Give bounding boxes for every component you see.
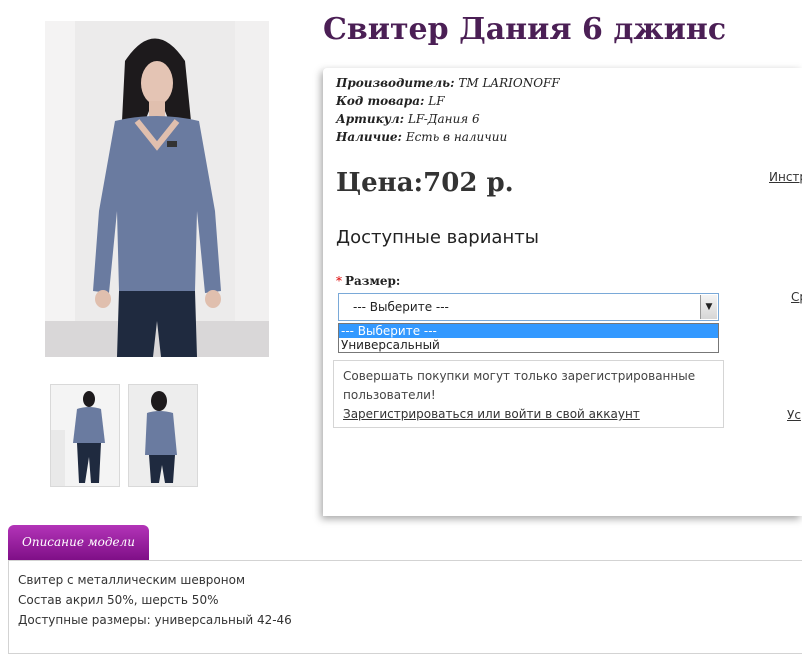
size-select-value: --- Выберите --- [353,300,449,314]
size-label: * Размер: [336,274,400,288]
manufacturer-value: TM LARIONOFF [458,76,560,90]
stock-value: Есть в наличии [405,130,508,144]
chevron-down-icon[interactable]: ▼ [700,295,717,319]
required-mark: * [336,274,342,288]
size-option-choose[interactable]: --- Выберите --- [339,324,718,338]
tab-description[interactable]: Описание модели [8,525,149,560]
size-option-universal[interactable]: Универсальный [339,338,718,352]
registration-notice-text: Совершать покупки могут только зарегистр… [343,369,696,402]
article-value: LF-Дания 6 [407,112,480,126]
size-label-text: Размер: [345,274,401,288]
article-row: Артикул: LF-Дания 6 [336,110,560,128]
description-line: Доступные размеры: универсальный 42-46 [18,613,292,627]
product-code-value: LF [428,94,445,108]
description-content: Свитер с металлическим шевроном Состав а… [8,560,802,654]
side-link-compare[interactable]: Ср [791,290,802,304]
product-price: Цена:702 р. [336,168,514,198]
product-meta: Производитель: TM LARIONOFF Код товара: … [336,74,560,146]
product-code-row: Код товара: LF [336,92,560,110]
description-line: Свитер с металлическим шевроном [18,573,246,587]
size-dropdown-list: --- Выберите --- Универсальный [338,323,719,353]
side-link-conditions[interactable]: Ус [787,408,801,422]
available-options-title: Доступные варианты [336,227,539,248]
stock-label: Наличие: [336,130,402,144]
manufacturer-label: Производитель: [336,76,455,90]
product-code-label: Код товара: [336,94,425,108]
size-select[interactable]: --- Выберите --- ▼ [338,293,719,321]
stock-row: Наличие: Есть в наличии [336,128,560,146]
product-thumbnail-front[interactable] [50,384,120,487]
article-label: Артикул: [336,112,405,126]
product-main-image[interactable] [45,21,269,357]
manufacturer-row: Производитель: TM LARIONOFF [336,74,560,92]
registration-notice: Совершать покупки могут только зарегистр… [333,360,724,428]
register-login-link[interactable]: Зарегистрироваться или войти в свой акка… [343,407,640,421]
side-link-instructions[interactable]: Инстр [769,170,802,184]
product-title: Свитер Дания 6 джинс [323,12,727,47]
product-thumbnail-back[interactable] [128,384,198,487]
description-line: Состав акрил 50%, шерсть 50% [18,593,219,607]
product-info-panel: Производитель: TM LARIONOFF Код товара: … [323,68,802,516]
